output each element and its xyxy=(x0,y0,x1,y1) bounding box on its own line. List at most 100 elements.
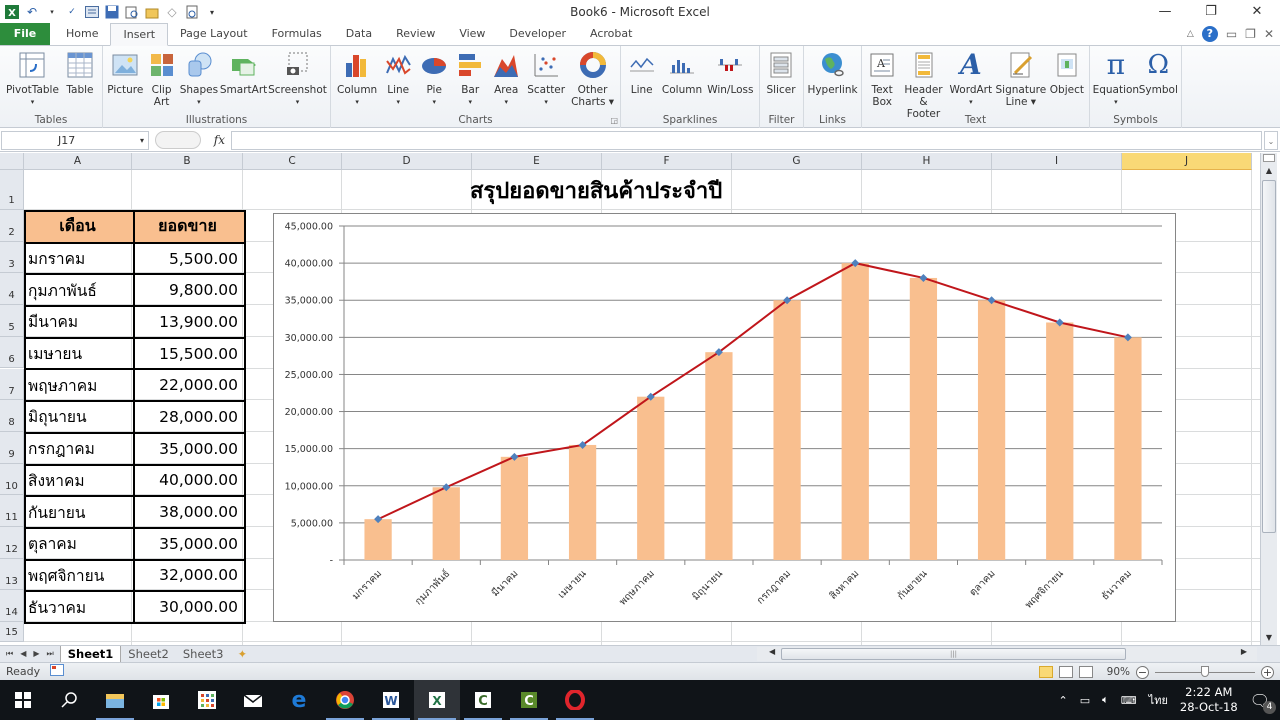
sheet-title-cell[interactable]: สรุปยอดขายสินค้าประจำปี xyxy=(470,173,722,208)
tab-formulas[interactable]: Formulas xyxy=(260,23,334,45)
cell-month[interactable]: มกราคม xyxy=(24,241,135,276)
first-sheet-button[interactable]: ⏮ xyxy=(6,649,13,659)
zoom-slider-knob[interactable] xyxy=(1201,666,1209,677)
close-button[interactable]: ✕ xyxy=(1234,0,1280,24)
cell-month[interactable]: พฤษภาคม xyxy=(24,368,135,403)
vertical-scrollbar[interactable]: ▲ ▼ xyxy=(1260,153,1277,645)
formula-input[interactable] xyxy=(231,130,1262,150)
cell-sales[interactable]: 28,000.00 xyxy=(133,400,246,434)
power-icon[interactable]: ▭ xyxy=(1080,694,1090,707)
sheet-tab-sheet1[interactable]: Sheet1 xyxy=(59,646,122,662)
cell-sales[interactable]: 40,000.00 xyxy=(133,463,246,498)
row-header-3[interactable]: 3 xyxy=(0,241,24,274)
column-header-f[interactable]: F xyxy=(602,153,732,170)
row-header-6[interactable]: 6 xyxy=(0,336,24,369)
column-header-d[interactable]: D xyxy=(342,153,472,170)
zoom-slider[interactable] xyxy=(1155,666,1255,678)
row-header-13[interactable]: 13 xyxy=(0,558,24,591)
restore-button[interactable]: ❐ xyxy=(1188,0,1234,24)
row-header-11[interactable]: 11 xyxy=(0,495,24,527)
form-icon[interactable] xyxy=(84,4,100,20)
cell-month[interactable]: กรกฎาคม xyxy=(24,431,135,466)
insert-function-button[interactable]: fx xyxy=(214,133,225,147)
insert-sheet-button[interactable]: ✦ xyxy=(230,646,254,662)
cell-sales[interactable]: 30,000.00 xyxy=(133,590,246,624)
tab-review[interactable]: Review xyxy=(384,23,447,45)
input-language[interactable]: ไทย xyxy=(1149,691,1168,709)
sales-chart[interactable]: - 5,000.00 10,000.00 15,000.00 20,000.00 25,0… xyxy=(273,213,1176,622)
cell-sales[interactable]: 35,000.00 xyxy=(133,431,246,466)
tab-view[interactable]: View xyxy=(447,23,497,45)
row-header-8[interactable]: 8 xyxy=(0,400,24,432)
workbook-restore-icon[interactable]: ❐ xyxy=(1245,27,1256,41)
tab-developer[interactable]: Developer xyxy=(497,23,578,45)
taskbar-camtasia-recorder[interactable]: C xyxy=(460,680,506,720)
page-layout-view-button[interactable] xyxy=(1058,666,1073,678)
column-header-a[interactable]: A xyxy=(24,153,132,170)
tab-page-layout[interactable]: Page Layout xyxy=(168,23,260,45)
zoom-out-button[interactable]: − xyxy=(1136,665,1149,679)
cell-month[interactable]: เมษายน xyxy=(24,336,135,371)
workbook-close-icon[interactable]: ✕ xyxy=(1264,27,1274,41)
sheet-tab-sheet3[interactable]: Sheet3 xyxy=(176,646,231,662)
page-break-preview-button[interactable] xyxy=(1078,666,1093,678)
print-preview-icon[interactable] xyxy=(124,4,140,20)
search-button[interactable] xyxy=(46,680,92,720)
row-header-12[interactable]: 12 xyxy=(0,527,24,559)
show-hidden-icons-button[interactable]: ⌃ xyxy=(1059,694,1068,707)
taskbar-file-explorer[interactable] xyxy=(92,680,138,720)
header-sales[interactable]: ยอดขาย xyxy=(133,210,246,244)
cell-sales[interactable]: 13,900.00 xyxy=(133,305,246,339)
name-box-dropdown-icon[interactable]: ▾ xyxy=(140,136,144,145)
taskbar-edge[interactable]: e xyxy=(276,680,322,720)
tab-insert[interactable]: Insert xyxy=(110,23,169,46)
customize-toolbar-icon[interactable]: ▾ xyxy=(204,4,220,20)
row-header-14[interactable]: 14 xyxy=(0,590,24,623)
taskbar-excel[interactable]: X xyxy=(414,680,460,720)
cell-month[interactable]: สิงหาคม xyxy=(24,463,135,498)
tab-data[interactable]: Data xyxy=(334,23,384,45)
scroll-right-arrow[interactable]: ▶ xyxy=(1241,647,1247,656)
cell-month[interactable]: มิถุนายน xyxy=(24,400,135,434)
column-header-i[interactable]: I xyxy=(992,153,1122,170)
cell-sales[interactable]: 22,000.00 xyxy=(133,368,246,403)
help-icon[interactable]: ? xyxy=(1201,26,1218,42)
prev-sheet-button[interactable]: ◀ xyxy=(20,649,26,659)
keyboard-icon[interactable]: ⌨ xyxy=(1121,694,1137,707)
taskbar-camtasia-studio[interactable]: C xyxy=(506,680,552,720)
save-icon[interactable] xyxy=(104,4,120,20)
undo-icon[interactable]: ↶ xyxy=(24,4,40,20)
scroll-left-arrow[interactable]: ◀ xyxy=(769,647,775,656)
last-sheet-button[interactable]: ⏭ xyxy=(47,649,54,659)
row-header-9[interactable]: 9 xyxy=(0,431,24,464)
minimize-button[interactable]: — xyxy=(1142,0,1188,24)
action-center-button[interactable]: 🗨︎ 4 xyxy=(1250,691,1276,714)
next-sheet-button[interactable]: ▶ xyxy=(33,649,39,659)
column-header-j[interactable]: J xyxy=(1122,153,1252,170)
name-box[interactable]: J17 ▾ xyxy=(1,130,149,150)
horizontal-scroll-thumb[interactable]: ||| xyxy=(781,648,1126,660)
taskbar-apps[interactable] xyxy=(184,680,230,720)
cell-sales[interactable]: 15,500.00 xyxy=(133,336,246,371)
column-header-b[interactable]: B xyxy=(132,153,243,170)
column-header-h[interactable]: H xyxy=(862,153,992,170)
select-all-button[interactable] xyxy=(0,153,24,170)
cell-month[interactable]: กันยายน xyxy=(24,495,135,529)
row-header-15[interactable]: 15 xyxy=(0,622,24,643)
zoom-level[interactable]: 90% xyxy=(1107,666,1130,678)
cell-sales[interactable]: 5,500.00 xyxy=(133,241,246,276)
worksheet-grid[interactable]: ABCDEFGHIJ 1 2 3 4 5 6 7 8 9 10 11 12 13 14 15 สรุปยอด… xyxy=(0,153,1260,645)
spelling-icon[interactable]: ✓ xyxy=(64,4,80,20)
cell-sales[interactable]: 38,000.00 xyxy=(133,495,246,529)
cell-month[interactable]: ตุลาคม xyxy=(24,526,135,561)
tab-file[interactable]: File xyxy=(0,23,50,45)
cell-sales[interactable]: 32,000.00 xyxy=(133,558,246,593)
cell-sales[interactable]: 35,000.00 xyxy=(133,526,246,561)
cell-sales[interactable]: 9,800.00 xyxy=(133,273,246,308)
redo-dropdown-icon[interactable]: ▾ xyxy=(44,4,60,20)
open-icon[interactable] xyxy=(144,4,160,20)
charts-dialog-launcher-icon[interactable]: ◲ xyxy=(610,116,618,125)
expand-formula-bar-icon[interactable]: ⌄ xyxy=(1264,130,1278,150)
clock[interactable]: 2:22 AM 28-Oct-18 xyxy=(1180,685,1238,715)
macro-record-icon[interactable] xyxy=(50,664,65,679)
